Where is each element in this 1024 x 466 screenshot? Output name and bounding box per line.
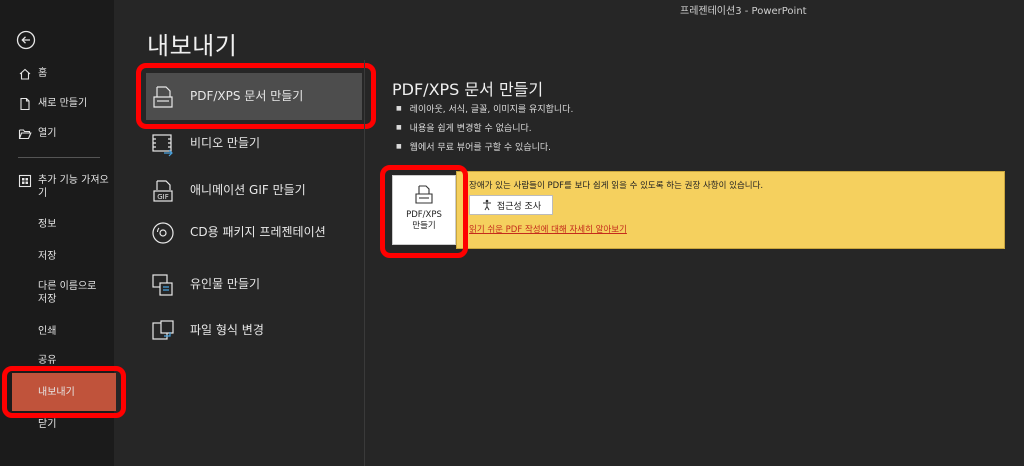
- column-divider: [364, 60, 365, 466]
- handout-icon: [152, 274, 173, 296]
- nav-item-close[interactable]: 닫기: [38, 418, 108, 431]
- folder-open-icon: [18, 129, 32, 140]
- change-file-type-icon: [152, 320, 174, 340]
- option-create-video[interactable]: 비디오 만들기: [146, 131, 362, 157]
- feature-item: 내용을 쉽게 변경할 수 없습니다.: [396, 119, 573, 138]
- nav-item-save-as[interactable]: 다른 이름으로 저장: [38, 280, 108, 306]
- nav-item-save[interactable]: 저장: [38, 250, 108, 263]
- nav-item-open[interactable]: 열기: [0, 127, 114, 141]
- nav-separator: [18, 157, 100, 158]
- new-document-icon: [20, 97, 30, 111]
- nav-item-info[interactable]: 정보: [38, 218, 108, 231]
- option-create-handouts[interactable]: 유인물 만들기: [146, 272, 362, 298]
- add-ins-icon: [18, 174, 32, 188]
- page-title: 내보내기: [147, 32, 238, 60]
- option-change-file-type[interactable]: 파일 형식 변경: [146, 318, 362, 344]
- nav-item-add-ins[interactable]: 추가 기능 가져오기: [0, 174, 114, 200]
- back-arrow-icon[interactable]: [16, 30, 36, 50]
- notice-text: 장애가 있는 사람들이 PDF를 보다 쉽게 읽을 수 있도록 하는 권장 사항…: [469, 181, 764, 191]
- window-title: 프레젠테이션3 - PowerPoint: [680, 6, 807, 17]
- svg-text:GIF: GIF: [157, 193, 169, 201]
- feature-list: 레이아웃, 서식, 글꼴, 이미지를 유지합니다. 내용을 쉽게 변경할 수 없…: [396, 100, 574, 157]
- learn-more-link[interactable]: 읽기 쉬운 PDF 작성에 대해 자세히 알아보기: [469, 223, 627, 235]
- cd-icon: [152, 222, 174, 244]
- feature-item: 레이아웃, 서식, 글꼴, 이미지를 유지합니다.: [396, 100, 574, 119]
- option-package-cd[interactable]: CD용 패키지 프레젠테이션: [146, 220, 362, 246]
- nav-item-home[interactable]: 홈: [0, 67, 114, 81]
- highlight-create-pdf-button: [380, 165, 468, 258]
- accessibility-check-button[interactable]: 접근성 조사: [469, 195, 553, 215]
- nav-item-print[interactable]: 인쇄: [38, 325, 108, 338]
- accessibility-icon: [482, 199, 491, 211]
- feature-item: 웹에서 무료 뷰어를 구할 수 있습니다.: [396, 138, 573, 157]
- video-icon: [152, 134, 173, 157]
- nav-item-new[interactable]: 새로 만들기: [0, 97, 114, 111]
- accessibility-notice: 장애가 있는 사람들이 PDF를 보다 쉽게 읽을 수 있도록 하는 권장 사항…: [456, 171, 1005, 249]
- panel-title: PDF/XPS 문서 만들기: [392, 80, 544, 99]
- highlight-create-pdf-option: [136, 63, 376, 129]
- highlight-export-nav: [2, 366, 126, 418]
- gif-icon: GIF: [153, 180, 173, 202]
- option-create-gif[interactable]: GIF 애니메이션 GIF 만들기: [146, 178, 362, 204]
- home-icon: [19, 68, 31, 80]
